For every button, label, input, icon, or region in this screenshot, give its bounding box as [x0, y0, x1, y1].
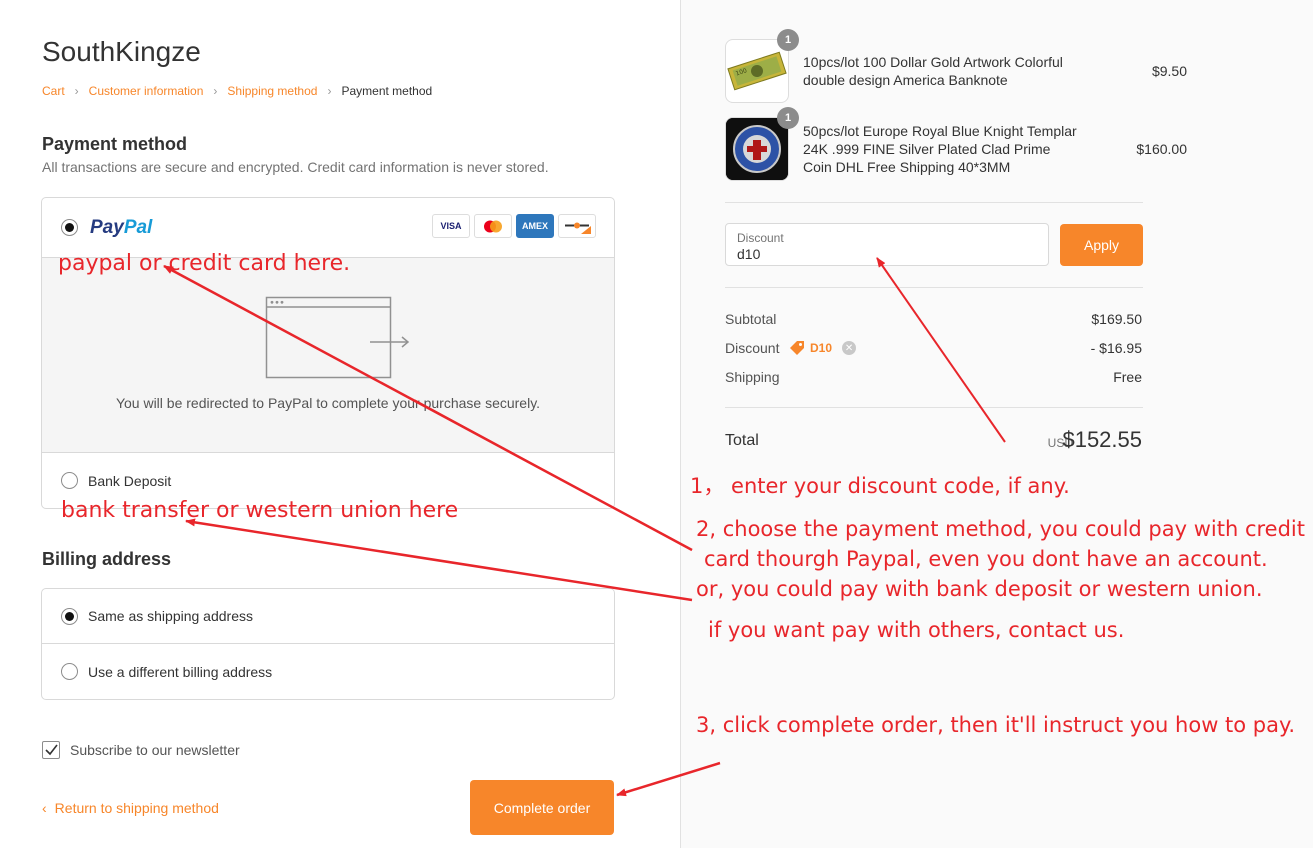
- order-item: 1 50pcs/lot Europe Royal Blue Knight Tem…: [725, 107, 1187, 181]
- quantity-badge: 1: [777, 29, 799, 51]
- mastercard-icon: [474, 214, 512, 238]
- product-price: $9.50: [1151, 63, 1187, 79]
- paypal-redirect-text: You will be redirected to PayPal to comp…: [115, 395, 541, 411]
- breadcrumb-shipping-method[interactable]: Shipping method: [227, 84, 317, 98]
- divider: [725, 287, 1143, 288]
- accepted-cards: VISA AMEX: [432, 214, 596, 238]
- annotation-step2-line2: card thourgh Paypal, even you dont have …: [704, 547, 1268, 571]
- billing-options: Same as shipping address Use a different…: [41, 588, 615, 700]
- total-label: Total: [725, 432, 759, 449]
- payment-method-title: Payment method: [42, 134, 188, 154]
- different-address-label: Use a different billing address: [88, 663, 273, 680]
- paypal-radio[interactable]: [61, 219, 78, 236]
- discount-field[interactable]: Discount: [725, 223, 1049, 266]
- shipping-label: Shipping: [725, 369, 780, 385]
- annotation-bank: bank transfer or western union here: [61, 498, 459, 523]
- breadcrumb-customer-information[interactable]: Customer information: [89, 84, 204, 98]
- chevron-left-icon: ‹: [42, 800, 47, 816]
- apply-discount-button[interactable]: Apply: [1060, 224, 1143, 266]
- remove-discount-icon[interactable]: ✕: [842, 341, 857, 355]
- shipping-value: Free: [1113, 369, 1142, 385]
- divider: [725, 202, 1143, 203]
- payment-option-paypal[interactable]: PayPal VISA AMEX: [42, 198, 614, 258]
- return-to-shipping-label: Return to shipping method: [54, 800, 219, 816]
- order-item: 100 1 10pcs/lot 100 Dollar Gold Artwork …: [725, 29, 1187, 103]
- annotation-step2-line1: 2, choose the payment method, you could …: [696, 517, 1305, 541]
- breadcrumb-payment-method: Payment method: [341, 84, 433, 98]
- product-name: 50pcs/lot Europe Royal Blue Knight Templ…: [803, 123, 1077, 175]
- coin-image: [726, 118, 788, 180]
- applied-discount-tag: D10 ✕: [789, 340, 857, 356]
- quantity-badge: 1: [777, 107, 799, 129]
- discount-input[interactable]: [737, 246, 1037, 262]
- subtotal-label: Subtotal: [725, 311, 777, 327]
- bank-deposit-radio[interactable]: [61, 472, 78, 489]
- chevron-right-icon: ›: [213, 84, 218, 98]
- annotation-paypal: paypal or credit card here.: [58, 251, 351, 276]
- banknote-image: 100: [727, 51, 787, 91]
- newsletter-label: Subscribe to our newsletter: [70, 742, 240, 758]
- checkout-main: SouthKingze Cart › Customer information …: [0, 0, 680, 848]
- paypal-logo: PayPal: [90, 216, 153, 238]
- discount-value: - $16.95: [1090, 340, 1142, 356]
- billing-option-same[interactable]: Same as shipping address: [42, 589, 614, 644]
- payment-method-subtitle: All transactions are secure and encrypte…: [42, 159, 549, 175]
- amex-icon: AMEX: [516, 214, 554, 238]
- annotation-step2-line3: or, you could pay with bank deposit or w…: [696, 577, 1263, 601]
- product-name: 10pcs/lot 100 Dollar Gold Artwork Colorf…: [803, 54, 1063, 88]
- payment-options: PayPal VISA AMEX You will be redirected …: [41, 197, 615, 509]
- breadcrumb-cart[interactable]: Cart: [42, 84, 65, 98]
- return-to-shipping-link[interactable]: ‹ Return to shipping method: [42, 800, 219, 816]
- chevron-right-icon: ›: [74, 84, 79, 98]
- complete-order-button[interactable]: Complete order: [470, 780, 614, 835]
- total-amount: $152.55: [1062, 427, 1142, 452]
- billing-option-different[interactable]: Use a different billing address: [42, 644, 614, 699]
- browser-redirect-icon: [265, 296, 410, 379]
- product-price: $160.00: [1136, 141, 1187, 157]
- subtotal-value: $169.50: [1091, 311, 1142, 327]
- discount-code: D10: [810, 341, 833, 355]
- store-title: SouthKingze: [42, 36, 201, 67]
- annotation-step1: 1， enter your discount code, if any.: [690, 474, 1070, 498]
- tag-icon: [790, 341, 804, 355]
- discover-icon: [558, 214, 596, 238]
- visa-icon: VISA: [432, 214, 470, 238]
- same-address-label: Same as shipping address: [88, 608, 253, 624]
- annotation-step2-line4: if you want pay with others, contact us.: [708, 618, 1125, 642]
- divider: [725, 407, 1143, 408]
- chevron-right-icon: ›: [327, 84, 332, 98]
- bank-deposit-label: Bank Deposit: [88, 472, 172, 489]
- billing-address-title: Billing address: [42, 549, 172, 569]
- different-address-radio[interactable]: [61, 663, 78, 680]
- discount-label: Discount: [725, 340, 780, 356]
- product-thumbnail: 1: [725, 107, 799, 181]
- newsletter-checkbox[interactable]: [42, 741, 60, 759]
- same-address-radio[interactable]: [61, 607, 78, 625]
- annotation-step3: 3, click complete order, then it'll inst…: [696, 713, 1296, 737]
- product-thumbnail: 100 1: [725, 29, 799, 103]
- paypal-redirect-panel: You will be redirected to PayPal to comp…: [42, 258, 614, 453]
- breadcrumb: Cart › Customer information › Shipping m…: [42, 84, 432, 98]
- discount-field-label: Discount: [737, 231, 784, 245]
- checkmark-icon: [45, 744, 58, 756]
